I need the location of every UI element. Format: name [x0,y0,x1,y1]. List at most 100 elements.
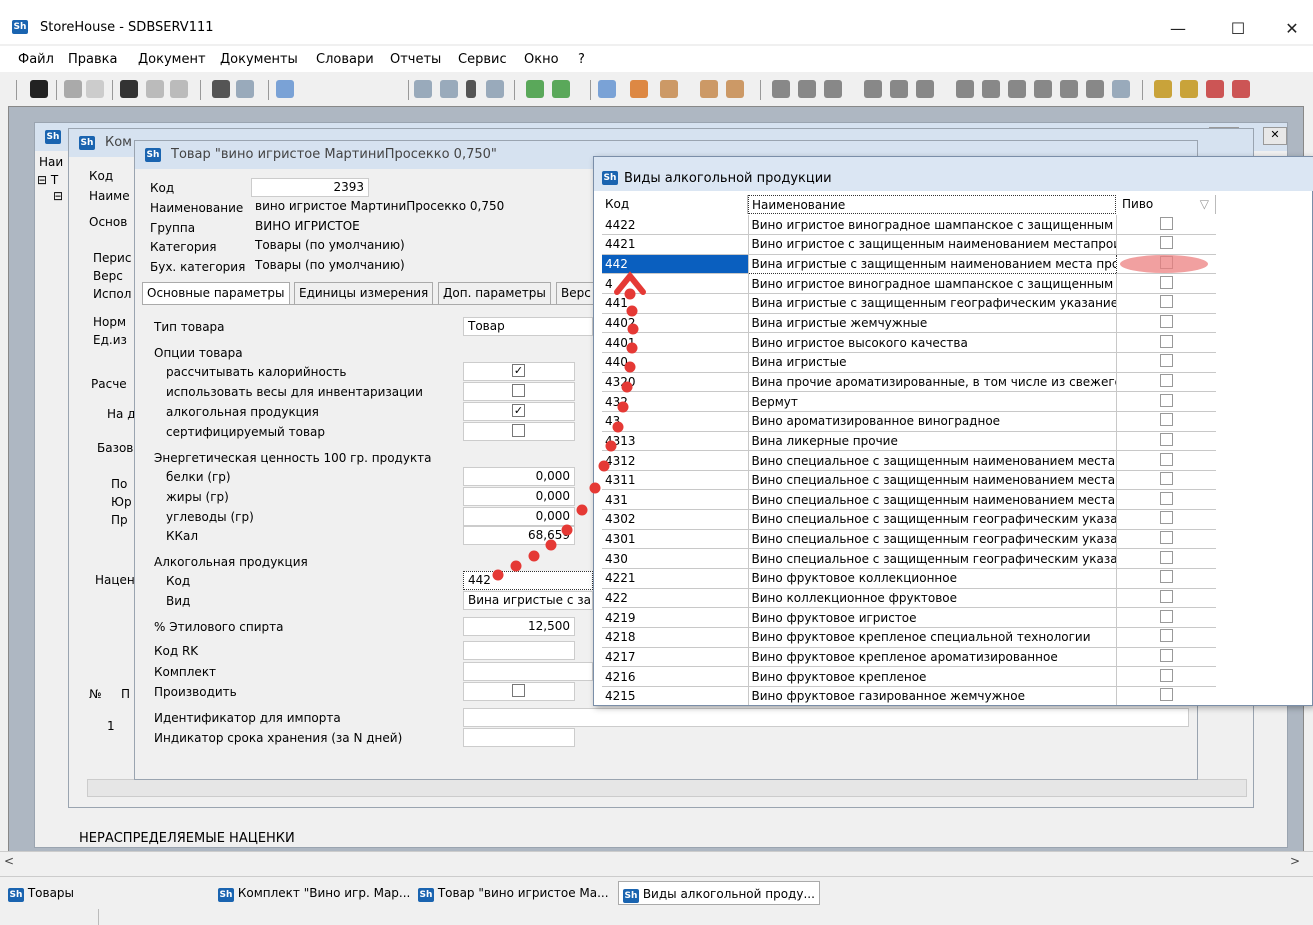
doc-type-2-icon[interactable] [798,80,816,98]
table-row[interactable]: 422 Вино коллекционное фруктовое [602,588,1216,609]
task-goods[interactable]: Sh Товары [8,881,74,905]
print-icon[interactable] [64,80,82,98]
row-name[interactable]: Вино игристое с защищенным наименованием… [748,234,1117,255]
task-alc-types[interactable]: Sh Виды алкогольной проду... [618,881,820,905]
doc-icon[interactable] [276,80,294,98]
table-row[interactable]: 4422 Вино игристое виноградное шампанское… [602,215,1216,236]
doc-new-icon[interactable] [440,80,458,98]
beer-checkbox[interactable] [1159,589,1173,603]
doc-type-7-icon[interactable] [956,80,974,98]
tab-extra-params[interactable]: Доп. параметры [438,282,551,304]
opt-weights-checkbox[interactable] [512,384,525,397]
menu-dictionaries[interactable]: Словари [316,52,374,67]
row-name[interactable]: Вино фруктовое игристое [748,607,1117,628]
beer-checkbox[interactable] [1159,354,1173,368]
users-add-icon[interactable] [700,80,718,98]
opt-cert-checkbox[interactable] [512,424,525,437]
row-code[interactable]: 4312 [602,450,749,471]
row-code[interactable]: 430 [602,548,749,570]
row-code[interactable]: 4216 [602,666,749,687]
group-field[interactable]: ВИНО ИГРИСТОЕ [251,218,591,237]
beer-checkbox[interactable] [1159,236,1173,250]
table-row[interactable]: 430 Вино специальное с защищенным географ… [602,548,1216,570]
table-row[interactable]: 432 Вермут [602,391,1216,412]
row-name[interactable]: Вино фруктовое крепленое ароматизированн… [748,647,1117,668]
row-code[interactable]: 4215 [602,686,749,705]
row-code[interactable]: 422 [602,588,749,609]
doc-type-12-icon[interactable] [1086,80,1104,98]
alc-kind-field[interactable]: Вина игристые с за [463,591,593,610]
filter-icon[interactable]: ▽ [1200,195,1209,214]
row-name[interactable]: Вино игристое виноградное шампанское с з… [748,273,1117,295]
ethyl-field[interactable]: 12,500 [463,617,575,636]
table-row[interactable]: 4401 Вино игристое высокого качества [602,332,1216,353]
table-row[interactable]: 4320 Вина прочие ароматизированные, в том… [602,372,1216,393]
doc-edit-icon[interactable] [486,80,504,98]
beer-checkbox[interactable] [1159,275,1173,289]
scroll-right-icon[interactable]: > [1290,854,1300,868]
task-kit[interactable]: Sh Комплект "Вино игр. Мар... [218,881,410,905]
table-row[interactable]: 4215 Вино фруктовое газированное жемчужно… [602,686,1216,705]
table-row[interactable]: 4421 Вино игристое с защищенным наименова… [602,234,1216,255]
row-name[interactable]: Вина игристые [748,352,1117,373]
category-field[interactable]: Товары (по умолчанию) [251,237,591,256]
doc-type-11-icon[interactable] [1060,80,1078,98]
doc-type-9-icon[interactable] [1008,80,1026,98]
row-name[interactable]: Вино специальное с защищенным наименован… [748,489,1117,511]
kit-tab-main[interactable]: Основ [89,215,127,229]
row-code[interactable]: 4218 [602,627,749,648]
row-code[interactable]: 432 [602,391,749,412]
row-code[interactable]: 4320 [602,372,749,393]
row-name[interactable]: Вино специальное с защищенным наименован… [748,470,1117,491]
task-product[interactable]: Sh Товар "вино игристое Ма... [418,881,609,905]
award-1-icon[interactable] [1154,80,1172,98]
beer-checkbox[interactable] [1159,472,1173,486]
row-code[interactable]: 4301 [602,529,749,550]
table-row[interactable]: 4313 Вина ликерные прочие [602,431,1216,452]
row-name[interactable]: Вино ароматизированное виноградное [748,411,1117,432]
row-name[interactable]: Вина игристые жемчужные [748,313,1117,334]
table-row[interactable]: 4218 Вино фруктовое крепленое специальной… [602,627,1216,648]
report-icon[interactable] [598,80,616,98]
row-name[interactable]: Вино игристое виноградное шампанское с з… [748,215,1117,236]
doc-type-5-icon[interactable] [890,80,908,98]
minimize-button[interactable]: — [1160,18,1196,40]
copy-icon[interactable] [212,80,230,98]
table-row[interactable]: 4219 Вино фруктовое игристое [602,607,1216,628]
protein-field[interactable]: 0,000 [463,467,575,486]
table-row[interactable]: 4301 Вино специальное с защищенным геогра… [602,529,1216,550]
doc-type-13-icon[interactable] [1112,80,1130,98]
maximize-button[interactable]: ☐ [1220,18,1256,40]
row-code[interactable]: 431 [602,489,749,511]
opt-calories-checkbox[interactable]: ✓ [512,364,525,377]
beer-checkbox[interactable] [1159,629,1173,643]
beer-checkbox[interactable] [1159,609,1173,623]
beer-checkbox[interactable] [1159,334,1173,348]
row-code[interactable]: 4302 [602,509,749,530]
kcal-field[interactable]: 68,659 [463,526,575,545]
row-name[interactable]: Вино специальное с защищенным наименован… [748,450,1117,471]
beer-checkbox[interactable] [1159,550,1173,564]
beer-checkbox[interactable] [1159,531,1173,545]
table-row[interactable]: 4402 Вина игристые жемчужные [602,313,1216,334]
grid-icon[interactable] [630,80,648,98]
shelf-field[interactable] [463,728,575,747]
row-name[interactable]: Вино фруктовое крепленое специальной тех… [748,627,1117,648]
alc-code-field[interactable]: 442 [463,571,593,590]
award-2-icon[interactable] [1180,80,1198,98]
doc-type-4-icon[interactable] [864,80,882,98]
row-name[interactable]: Вино коллекционное фруктовое [748,588,1117,609]
dropdown-icon[interactable] [466,80,476,98]
user-icon[interactable] [726,80,744,98]
row-code[interactable]: 4217 [602,647,749,668]
code-field[interactable]: 2393 [251,178,369,197]
scroll-left-icon[interactable]: < [4,854,14,868]
row-code[interactable]: 441 [602,293,749,314]
beer-checkbox[interactable] [1159,648,1173,662]
produce-checkbox[interactable] [512,684,525,697]
table-row[interactable]: 43 Вино ароматизированное виноградное [602,411,1216,432]
tree-child[interactable]: ⊟ [53,189,63,203]
beer-checkbox[interactable] [1159,491,1173,505]
name-field[interactable]: вино игристое МартиниПросекко 0,750 [251,198,591,217]
doc-type-6-icon[interactable] [916,80,934,98]
